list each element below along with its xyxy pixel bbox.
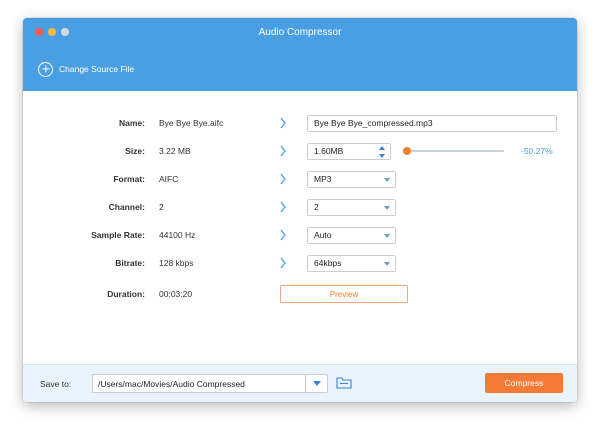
folder-icon[interactable] [336,376,352,390]
size-output-value: 1.60MB [314,146,344,156]
channel-source-value: 2 [159,202,164,212]
save-path-dropdown-button[interactable] [305,374,328,393]
size-slider-track[interactable] [407,150,504,152]
sample-rate-row: Sample Rate: 44100 Hz Auto [23,225,577,245]
chevron-right-icon [279,228,289,242]
chevron-right-icon [279,256,289,270]
title-bar: Audio Compressor [23,18,577,47]
bitrate-selected-value: 64kbps [314,258,342,268]
sample-rate-label: Sample Rate: [91,230,145,240]
close-window-button[interactable] [35,28,43,36]
format-source-value: AIFC [159,174,179,184]
chevron-right-icon [279,144,289,158]
sample-rate-select[interactable]: Auto [307,226,396,244]
change-source-label: Change Source File [59,64,135,74]
duration-row: Duration: 00:03:20 Preview [23,284,577,304]
app-window: Audio Compressor Change Source File Name… [23,18,577,402]
save-path-value: /Users/mac/Movies/Audio Compressed [98,378,245,389]
channel-selected-value: 2 [314,202,319,212]
name-source-value: Bye Bye Bye.aifc [159,118,224,128]
bitrate-row: Bitrate: 128 kbps 64kbps [23,253,577,273]
duration-value: 00:03:20 [159,289,193,299]
dropdown-caret-icon [384,233,390,238]
stepper-icon[interactable] [378,145,386,158]
size-row: Size: 3.22 MB 1.60MB -50.27% [23,141,577,161]
size-reduction-percent: -50.27% [521,146,553,156]
bitrate-select[interactable]: 64kbps [307,254,396,272]
bitrate-label: Bitrate: [115,258,145,268]
output-name-value: Bye Bye Bye_compressed.mp3 [314,118,433,128]
dropdown-caret-icon [384,261,390,266]
channel-label: Channel: [108,202,145,212]
size-stepper-input[interactable]: 1.60MB [307,142,391,160]
name-row: Name: Bye Bye Bye.aifc Bye Bye Bye_compr… [23,113,577,133]
format-selected-value: MP3 [314,174,332,184]
format-label: Format: [113,174,145,184]
window-title: Audio Compressor [258,27,342,38]
name-label: Name: [119,118,145,128]
compress-button[interactable]: Compress [485,373,563,393]
plus-circle-icon [38,61,53,77]
format-select[interactable]: MP3 [307,170,396,188]
dropdown-caret-icon [384,177,390,182]
save-path-select[interactable]: /Users/mac/Movies/Audio Compressed [92,374,328,393]
chevron-right-icon [279,172,289,186]
size-slider-handle[interactable] [403,147,411,155]
minimize-window-button[interactable] [48,28,56,36]
duration-label: Duration: [107,289,145,299]
sample-rate-source-value: 44100 Hz [159,230,196,240]
dropdown-caret-icon [384,205,390,210]
size-label: Size: [125,146,145,156]
bitrate-source-value: 128 kbps [159,258,194,268]
toolbar: Change Source File [23,47,577,91]
change-source-file-button[interactable]: Change Source File [38,61,135,77]
sample-rate-selected-value: Auto [314,230,332,240]
size-source-value: 3.22 MB [159,146,191,156]
chevron-right-icon [279,200,289,214]
channel-row: Channel: 2 2 [23,197,577,217]
dropdown-caret-icon [313,381,321,386]
footer-bar: Save to: /Users/mac/Movies/Audio Compres… [23,364,577,402]
window-controls [35,28,69,36]
output-name-input[interactable]: Bye Bye Bye_compressed.mp3 [307,114,557,132]
format-row: Format: AIFC MP3 [23,169,577,189]
channel-select[interactable]: 2 [307,198,396,216]
preview-button[interactable]: Preview [280,285,408,303]
zoom-window-button[interactable] [61,28,69,36]
save-to-label: Save to: [40,379,72,389]
settings-panel: Name: Bye Bye Bye.aifc Bye Bye Bye_compr… [23,91,577,364]
chevron-right-icon [279,116,289,130]
